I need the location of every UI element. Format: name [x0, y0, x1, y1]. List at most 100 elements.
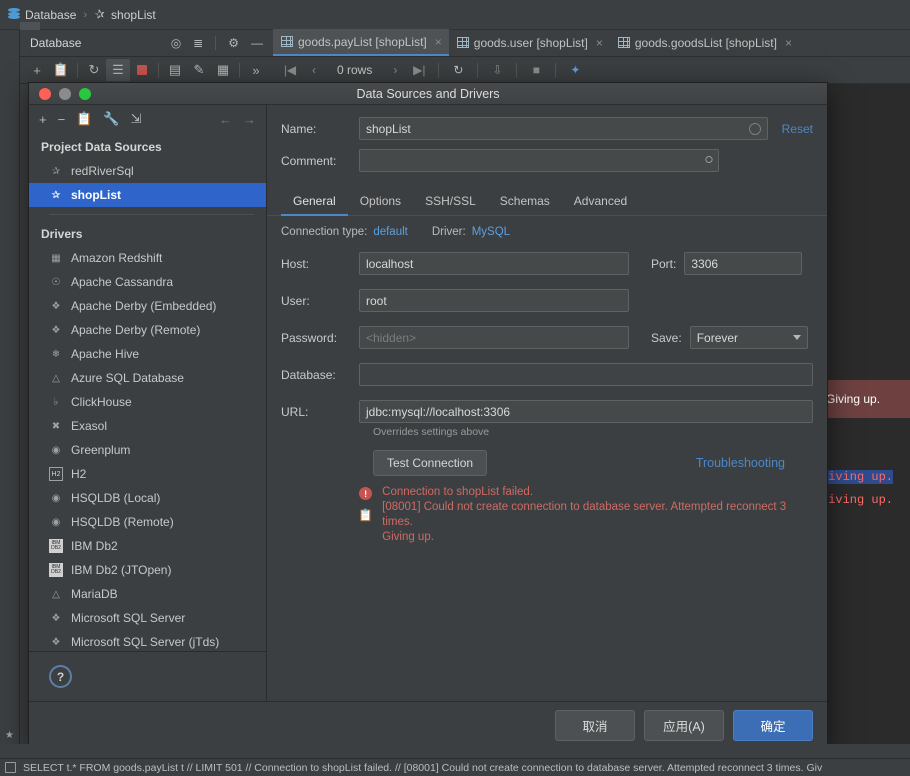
import-icon[interactable]: ⇲ — [131, 111, 142, 127]
list-item-microsoft-sql-server-jtds[interactable]: ❖ Microsoft SQL Server (jTds) — [29, 630, 266, 651]
apply-button[interactable]: 应用(A) — [644, 709, 724, 741]
edit-icon[interactable]: ✎ — [187, 59, 211, 81]
tab-schemas[interactable]: Schemas — [488, 189, 562, 216]
dialog-main-pane: Name: shopList Reset Comment: ⭘ General … — [267, 105, 827, 701]
cancel-button[interactable]: 取消 — [555, 709, 635, 741]
back-arrow-icon[interactable]: ← — [219, 112, 232, 127]
toolbar-divider — [438, 62, 440, 78]
tab-general[interactable]: General — [281, 189, 348, 216]
ok-button[interactable]: 确定 — [733, 709, 813, 741]
close-icon[interactable]: × — [593, 36, 603, 50]
copy-icon[interactable]: 📋 — [76, 111, 92, 127]
host-input[interactable]: localhost — [359, 252, 629, 275]
prev-page-icon[interactable]: ‹ — [303, 60, 325, 80]
password-input[interactable]: <hidden> — [359, 326, 629, 349]
forward-arrow-icon[interactable]: → — [243, 112, 256, 127]
list-item-label: H2 — [71, 467, 87, 481]
driver-value[interactable]: MySQL — [472, 226, 510, 238]
refresh-icon[interactable]: ↻ — [82, 59, 106, 81]
commit-icon[interactable]: ⇩ — [486, 60, 508, 80]
list-item-apache-derby-embedded[interactable]: ❖ Apache Derby (Embedded) — [29, 294, 266, 318]
comment-input[interactable]: ⭘ — [359, 149, 719, 172]
help-button[interactable]: ? — [49, 665, 72, 688]
stop-icon[interactable]: ■ — [525, 60, 547, 80]
port-input[interactable]: 3306 — [684, 252, 803, 275]
console-icon[interactable] — [5, 762, 16, 773]
database-input[interactable] — [359, 363, 813, 386]
list-item-label: Microsoft SQL Server (jTds) — [71, 635, 220, 649]
last-page-icon[interactable]: ▶| — [408, 60, 430, 80]
list-item-hsqldb-remote[interactable]: ◉ HSQLDB (Remote) — [29, 510, 266, 534]
list-item-shoplist[interactable]: ✰ shopList — [29, 183, 266, 207]
reload-icon[interactable]: ↻ — [447, 60, 469, 80]
list-item-greenplum[interactable]: ◉ Greenplum — [29, 438, 266, 462]
toolbar-divider — [77, 62, 78, 78]
first-page-icon[interactable]: |◀ — [279, 60, 301, 80]
list-item-azure-sql-database[interactable]: △ Azure SQL Database — [29, 366, 266, 390]
name-input[interactable]: shopList — [359, 117, 768, 140]
error-banner-text: Giving up. — [826, 392, 881, 406]
breadcrumb-item-shoplist[interactable]: shopList — [111, 8, 156, 22]
close-icon[interactable]: × — [432, 35, 442, 49]
azure-icon: △ — [52, 372, 60, 384]
add-icon[interactable]: + — [25, 59, 49, 81]
list-item-exasol[interactable]: ✖ Exasol — [29, 414, 266, 438]
duplicate-icon[interactable]: 📋 — [49, 59, 73, 81]
settings-gear-icon[interactable]: ⚙ — [228, 36, 239, 50]
list-item-ibm-db2-jtopen[interactable]: IBM DB2 IBM Db2 (JTOpen) — [29, 558, 266, 582]
expand-editor-icon[interactable]: ⭘ — [705, 155, 713, 166]
list-item-apache-derby-remote[interactable]: ❖ Apache Derby (Remote) — [29, 318, 266, 342]
breadcrumb-item-database[interactable]: Database — [25, 8, 76, 22]
table-grid-icon — [281, 36, 293, 47]
data-sources-list[interactable]: Project Data Sources ✰ redRiverSql ✰ sho… — [29, 133, 266, 651]
name-row: Name: shopList Reset — [281, 117, 813, 140]
user-input[interactable]: root — [359, 289, 629, 312]
close-icon[interactable]: × — [782, 36, 792, 50]
save-dropdown[interactable]: Forever — [689, 326, 808, 349]
data-extractor-icon[interactable]: ✦ — [564, 60, 586, 80]
color-picker-icon[interactable] — [748, 122, 761, 135]
ddl-icon[interactable]: ▦ — [211, 59, 235, 81]
add-icon[interactable]: + — [39, 112, 47, 127]
troubleshooting-link[interactable]: Troubleshooting — [696, 456, 799, 470]
url-input[interactable]: jdbc:mysql://localhost:3306 — [359, 400, 813, 423]
editor-tab-goodslist[interactable]: goods.goodsList [shopList] × — [610, 29, 799, 56]
remove-icon[interactable]: − — [58, 112, 66, 127]
list-item-label: Amazon Redshift — [71, 251, 163, 265]
wrench-icon[interactable]: 🔧 — [103, 111, 119, 127]
copy-icon[interactable]: 📋 — [358, 508, 373, 522]
tab-options[interactable]: Options — [348, 189, 413, 216]
list-item-hsqldb-local[interactable]: ◉ HSQLDB (Local) — [29, 486, 266, 510]
next-page-icon[interactable]: › — [384, 60, 406, 80]
table-icon[interactable]: ▤ — [163, 59, 187, 81]
list-item-apache-cassandra[interactable]: ☉ Apache Cassandra — [29, 270, 266, 294]
tab-advanced[interactable]: Advanced — [562, 189, 639, 216]
list-item-mariadb[interactable]: △ MariaDB — [29, 582, 266, 606]
list-item-ibm-db2[interactable]: IBM DB2 IBM Db2 — [29, 534, 266, 558]
list-item-redriversql[interactable]: ✰ redRiverSql — [29, 159, 266, 183]
list-item-label: Apache Derby (Remote) — [71, 323, 201, 337]
locate-icon[interactable]: ◎ — [171, 36, 181, 50]
test-connection-button[interactable]: Test Connection — [373, 450, 488, 476]
host-label: Host: — [281, 256, 310, 271]
list-item-amazon-redshift[interactable]: ▦ Amazon Redshift — [29, 246, 266, 270]
editor-tab-paylist[interactable]: goods.payList [shopList] × — [273, 29, 449, 56]
list-item-h2[interactable]: H2 H2 — [29, 462, 266, 486]
row-count-label: 0 rows — [337, 63, 373, 77]
host-port-row: Host: localhost Port: 3306 — [281, 252, 813, 275]
list-item-clickhouse[interactable]: ♭ ClickHouse — [29, 390, 266, 414]
hide-icon[interactable]: — — [251, 36, 263, 50]
tab-ssh-ssl[interactable]: SSH/SSL — [413, 189, 488, 216]
collapse-all-icon[interactable]: ≣ — [193, 36, 203, 50]
hsqldb-icon: ◉ — [51, 516, 61, 528]
connection-type-value[interactable]: default — [373, 226, 408, 238]
breadcrumb: Database › ✰ shopList — [0, 0, 910, 30]
expand-more-icon[interactable]: » — [244, 59, 268, 81]
stop-icon[interactable] — [130, 59, 154, 81]
editor-tab-user[interactable]: goods.user [shopList] × — [449, 29, 610, 56]
list-item-microsoft-sql-server[interactable]: ❖ Microsoft SQL Server — [29, 606, 266, 630]
list-item-apache-hive[interactable]: ❄ Apache Hive — [29, 342, 266, 366]
list-item-label: ClickHouse — [71, 395, 132, 409]
reset-link[interactable]: Reset — [782, 122, 813, 136]
jump-to-console-icon[interactable]: ☰ — [106, 59, 130, 81]
